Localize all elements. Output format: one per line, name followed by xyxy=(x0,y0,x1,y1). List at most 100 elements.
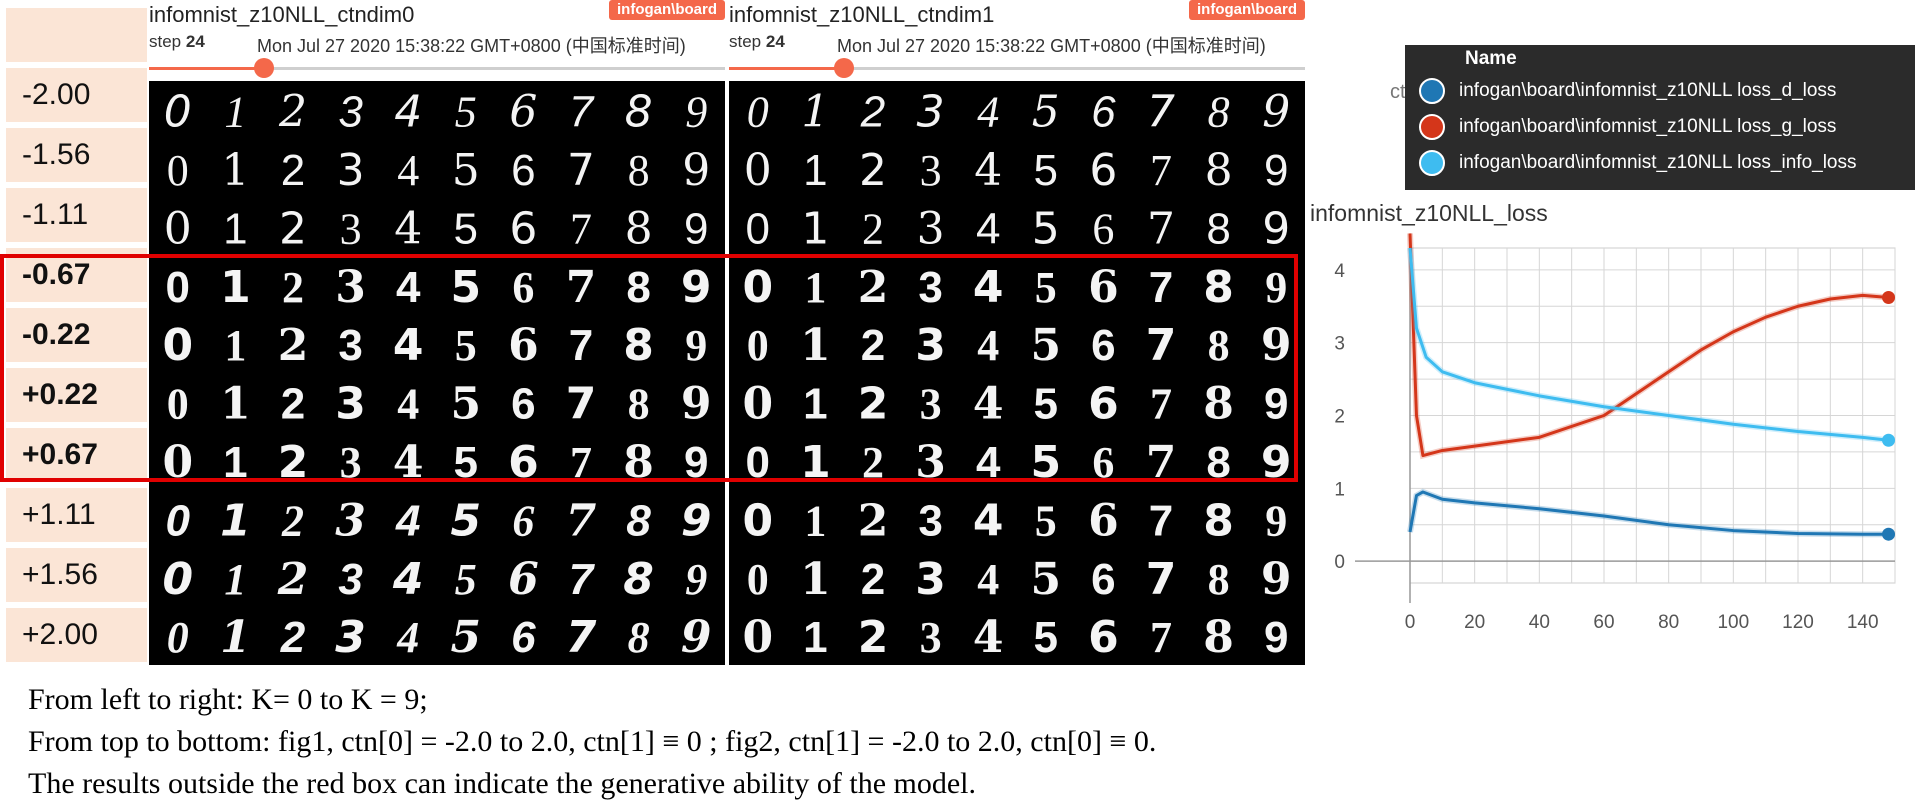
timestamp: Mon Jul 27 2020 15:38:22 GMT+0800 (中国标准时… xyxy=(837,36,1266,56)
digit-sample: 2 xyxy=(860,88,885,137)
digit-sample: 7 xyxy=(567,145,595,196)
legend-header: Name xyxy=(1465,48,1517,69)
digit-sample: 4 xyxy=(394,87,422,138)
digit-sample: 9 xyxy=(1262,203,1290,254)
digit-sample: 7 xyxy=(566,495,597,546)
caption-line-1: From left to right: K= 0 to K = 9; xyxy=(28,683,428,716)
legend-item[interactable]: infogan\board\infomnist_z10NLL loss_d_lo… xyxy=(1419,75,1836,107)
x-tick-label: 0 xyxy=(1405,612,1416,628)
chart-title: infomnist_z10NLL_loss xyxy=(1310,200,1548,226)
digit-sample: 9 xyxy=(1265,496,1287,545)
step-slider-fill xyxy=(729,67,845,70)
digit-sample: 6 xyxy=(508,554,539,605)
digit-sample: 1 xyxy=(801,87,829,138)
digit-sample: 6 xyxy=(1091,555,1115,604)
digit-sample: 8 xyxy=(1203,495,1234,546)
digit-sample: 7 xyxy=(569,88,595,137)
series-dot-icon xyxy=(1419,114,1445,140)
digit-sample: 2 xyxy=(280,613,306,662)
digit-sample: 4 xyxy=(976,204,1000,253)
digit-sample: 7 xyxy=(1150,146,1172,195)
step-slider-fill xyxy=(149,67,265,70)
digit-sample: 4 xyxy=(973,612,1004,663)
digit-sample: 7 xyxy=(1147,203,1175,254)
digit-sample: 2 xyxy=(858,612,889,663)
digit-sample: 7 xyxy=(569,555,596,604)
digit-sample: 3 xyxy=(338,88,363,137)
digit-sample: 7 xyxy=(1149,496,1173,545)
digit-sample: 5 xyxy=(1032,87,1060,138)
digit-sample: 7 xyxy=(1147,87,1175,138)
digit-sample: 3 xyxy=(335,612,366,663)
digit-sample: 3 xyxy=(920,146,942,195)
legend-item[interactable]: infogan\board\infomnist_z10NLL loss_g_lo… xyxy=(1419,111,1836,143)
series-line-raw xyxy=(1407,233,1889,460)
digit-sample: 6 xyxy=(1091,88,1116,137)
digit-sample: 2 xyxy=(281,146,305,195)
row-label: -2.00 xyxy=(6,68,147,122)
digit-sample: 1 xyxy=(223,204,247,253)
digit-sample: 0 xyxy=(167,146,189,195)
digit-sample: 0 xyxy=(747,555,769,604)
digit-sample: 8 xyxy=(626,496,651,545)
panel-title: infomnist_z10NLL_ctndim1 xyxy=(729,2,995,27)
digit-sample: 8 xyxy=(625,87,653,138)
digit-sample: 4 xyxy=(394,203,422,254)
digit-sample: 8 xyxy=(623,554,654,605)
legend-item-label: infogan\board\infomnist_z10NLL loss_g_lo… xyxy=(1459,116,1837,137)
digit-sample: 6 xyxy=(1092,204,1114,253)
digit-sample: 2 xyxy=(277,554,309,605)
caption-line-3: The results outside the red box can indi… xyxy=(28,767,977,800)
digit-sample: 3 xyxy=(340,204,362,253)
digit-sample: 9 xyxy=(1261,554,1292,605)
digit-sample: 5 xyxy=(1035,496,1057,545)
digit-sample: 1 xyxy=(221,145,249,196)
digit-sample: 3 xyxy=(337,145,365,196)
digit-sample: 4 xyxy=(974,145,1002,196)
digit-sample: 9 xyxy=(681,495,712,546)
digit-sample: 5 xyxy=(452,145,480,196)
legend-item[interactable]: infogan\board\infomnist_z10NLL loss_info… xyxy=(1419,147,1857,179)
run-tag[interactable]: infogan\board xyxy=(609,0,725,20)
series-dot-icon xyxy=(1419,78,1445,104)
row-label: -1.56 xyxy=(6,128,147,182)
digit-sample: 5 xyxy=(455,555,477,604)
step-slider-thumb[interactable] xyxy=(834,58,855,78)
digit-sample: 2 xyxy=(858,495,889,546)
digit-sample: 9 xyxy=(685,555,707,604)
digit-sample: 0 xyxy=(746,204,770,253)
y-tick-label: 2 xyxy=(1334,407,1345,428)
digit-sample: 8 xyxy=(1206,204,1230,253)
digit-sample: 6 xyxy=(509,203,537,254)
run-tag[interactable]: infogan\board xyxy=(1189,0,1305,20)
digit-sample: 9 xyxy=(1264,146,1288,195)
digit-sample: 5 xyxy=(1034,613,1058,662)
digit-sample: 9 xyxy=(684,204,708,253)
digit-sample: 1 xyxy=(803,146,827,195)
row-label: -1.11 xyxy=(6,188,147,242)
digit-sample: 3 xyxy=(918,496,942,545)
digit-sample: 2 xyxy=(278,87,307,138)
digit-sample: 4 xyxy=(973,495,1004,546)
digit-sample: 8 xyxy=(1203,612,1234,663)
digit-sample: 6 xyxy=(512,496,534,545)
digit-sample: 4 xyxy=(977,555,999,604)
y-tick-label: 0 xyxy=(1334,552,1345,573)
digit-sample: 0 xyxy=(164,203,192,254)
x-tick-label: 100 xyxy=(1717,612,1749,628)
legend-item-label: infogan\board\infomnist_z10NLL loss_info… xyxy=(1459,152,1857,173)
digit-sample: 5 xyxy=(454,204,478,253)
digit-sample: 5 xyxy=(450,495,481,546)
loss-chart: 012340 20 40 60 80 100 120 140 xyxy=(1334,233,1896,628)
row-label: +1.11 xyxy=(6,488,147,542)
series-line xyxy=(1408,247,1889,442)
digit-sample: 6 xyxy=(1088,612,1119,663)
digit-sample: 3 xyxy=(335,495,366,546)
digit-sample: 4 xyxy=(392,554,424,605)
y-tick-label: 3 xyxy=(1334,334,1345,355)
digit-sample: 4 xyxy=(397,146,419,195)
x-tick-label: 40 xyxy=(1529,612,1550,628)
step-slider-thumb[interactable] xyxy=(254,58,275,78)
digit-sample: 9 xyxy=(682,145,710,196)
digit-sample: 2 xyxy=(862,204,884,253)
